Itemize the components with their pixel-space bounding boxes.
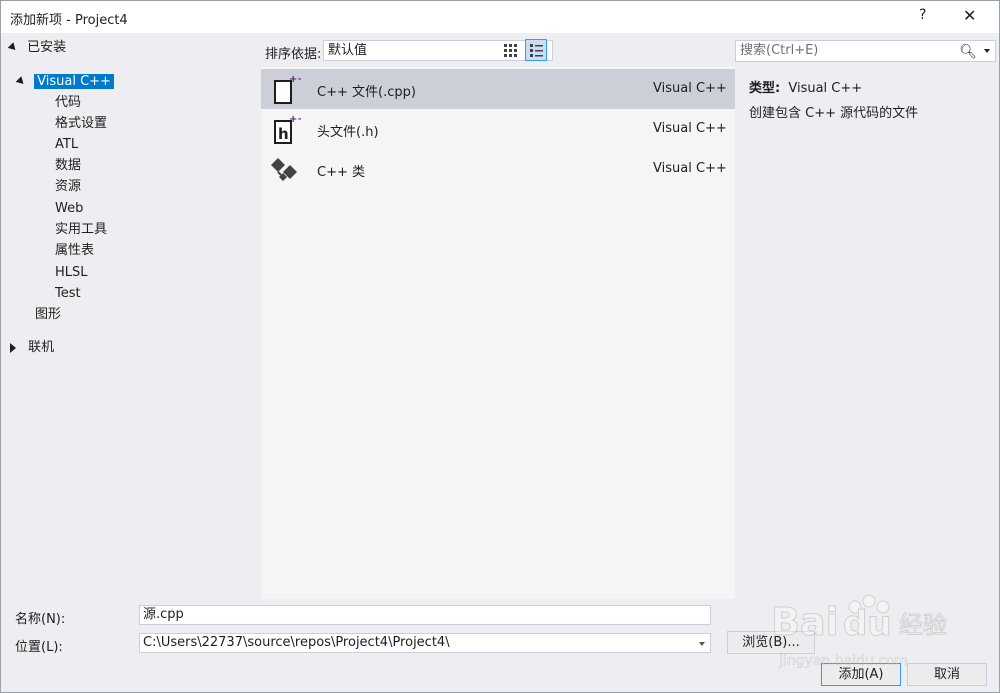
tree-item-label: Visual C++ [34,74,114,89]
list-view-icon [530,44,543,57]
tree-item-code[interactable]: 代码 [55,93,81,113]
item-language: Visual C++ [653,161,727,176]
item-name: 头文件(.h) [317,125,379,140]
svg-text:Bai: Bai [771,600,839,644]
svg-text:++: ++ [289,74,301,85]
collapsed-arrow-icon[interactable] [10,342,16,353]
details-description: 创建包含 C++ 源代码的文件 [749,106,919,121]
small-icons-view-button[interactable] [499,39,521,61]
details-type: 类型: Visual C++ [749,77,862,96]
sort-bar: 排序依据: 默认值 [261,39,735,63]
location-value: C:\Users\22737\source\repos\Project4\Pro… [143,635,450,650]
expand-arrow-icon[interactable] [7,42,19,53]
tree-item-online[interactable]: 联机 [10,338,54,358]
baidu-watermark-logo: Bai du 经验 jingyan.baidu.com [771,594,948,669]
title-bar: 添加新项 - Project4 ? ✕ [1,1,999,33]
cpp-class-icon [271,158,297,181]
close-button[interactable]: ✕ [963,6,976,25]
tree-item-utility[interactable]: 实用工具 [55,220,107,240]
tree-item-graphics[interactable]: 图形 [35,305,61,325]
item-language: Visual C++ [653,81,727,96]
chevron-down-icon[interactable] [984,49,990,53]
expand-arrow-icon[interactable] [15,76,27,87]
list-view-button[interactable] [525,39,547,61]
list-item-header-file[interactable]: h ++ 头文件(.h) Visual C++ [261,109,735,149]
list-item-cpp-class[interactable]: C++ 类 Visual C++ [261,149,735,189]
category-tree: 已安装 Visual C++ 代码 格式设置 ATL 数据 资源 Web 实用工… [1,33,257,599]
item-name: C++ 文件(.cpp) [317,85,416,100]
grid-view-icon [504,44,517,57]
tree-item-data[interactable]: 数据 [55,156,81,176]
details-panel: 类型: Visual C++ 创建包含 C++ 源代码的文件 [741,67,997,267]
tree-item-property-sheets[interactable]: 属性表 [55,241,94,261]
tree-item-formatting[interactable]: 格式设置 [55,114,107,134]
sort-value: 默认值 [328,43,368,58]
tree-item-test[interactable]: Test [55,284,81,304]
help-button[interactable]: ? [919,7,926,23]
template-list: ++ C++ 文件(.cpp) Visual C++ h ++ 头文件(.h) … [261,67,735,599]
details-type-value: Visual C++ [788,81,863,96]
item-language: Visual C++ [653,121,727,136]
cpp-file-icon: ++ [274,74,301,104]
tree-item-web[interactable]: Web [55,199,83,219]
tree-item-installed[interactable]: 已安装 [7,38,67,58]
chevron-down-icon[interactable] [699,642,705,646]
list-item-cpp-file[interactable]: ++ C++ 文件(.cpp) Visual C++ [261,69,735,109]
name-label: 名称(N): [15,612,66,627]
sort-label: 排序依据: [265,47,322,62]
item-name: C++ 类 [317,165,365,180]
search-placeholder: 搜索(Ctrl+E) [740,43,819,58]
tree-item-visual-cpp[interactable]: Visual C++ [15,72,114,92]
location-field[interactable]: C:\Users\22737\source\repos\Project4\Pro… [139,633,711,653]
tree-item-resource[interactable]: 资源 [55,177,81,197]
svg-text:jingyan.baidu.com: jingyan.baidu.com [778,653,908,669]
location-label: 位置(L): [15,640,63,655]
details-type-label: 类型: [749,81,781,96]
svg-text:h: h [278,125,289,143]
tree-item-atl[interactable]: ATL [55,135,78,155]
tree-item-label: 已安装 [27,40,67,55]
name-value: 源.cpp [143,607,184,622]
tree-item-label: 联机 [28,340,55,355]
svg-text:++: ++ [289,114,301,125]
search-input[interactable]: 搜索(Ctrl+E) 🔍︎ [735,40,996,62]
tree-item-hlsl[interactable]: HLSL [55,263,88,283]
svg-text:du: du [843,604,892,644]
header-file-icon: h ++ [274,114,301,144]
window-title: 添加新项 - Project4 [10,13,128,28]
add-new-item-dialog: 添加新项 - Project4 ? ✕ 已安装 Visual C++ 代码 格式… [0,0,1000,693]
svg-text:经验: 经验 [899,611,947,639]
search-icon[interactable]: 🔍︎ [959,42,977,62]
name-field[interactable]: 源.cpp [139,605,711,625]
